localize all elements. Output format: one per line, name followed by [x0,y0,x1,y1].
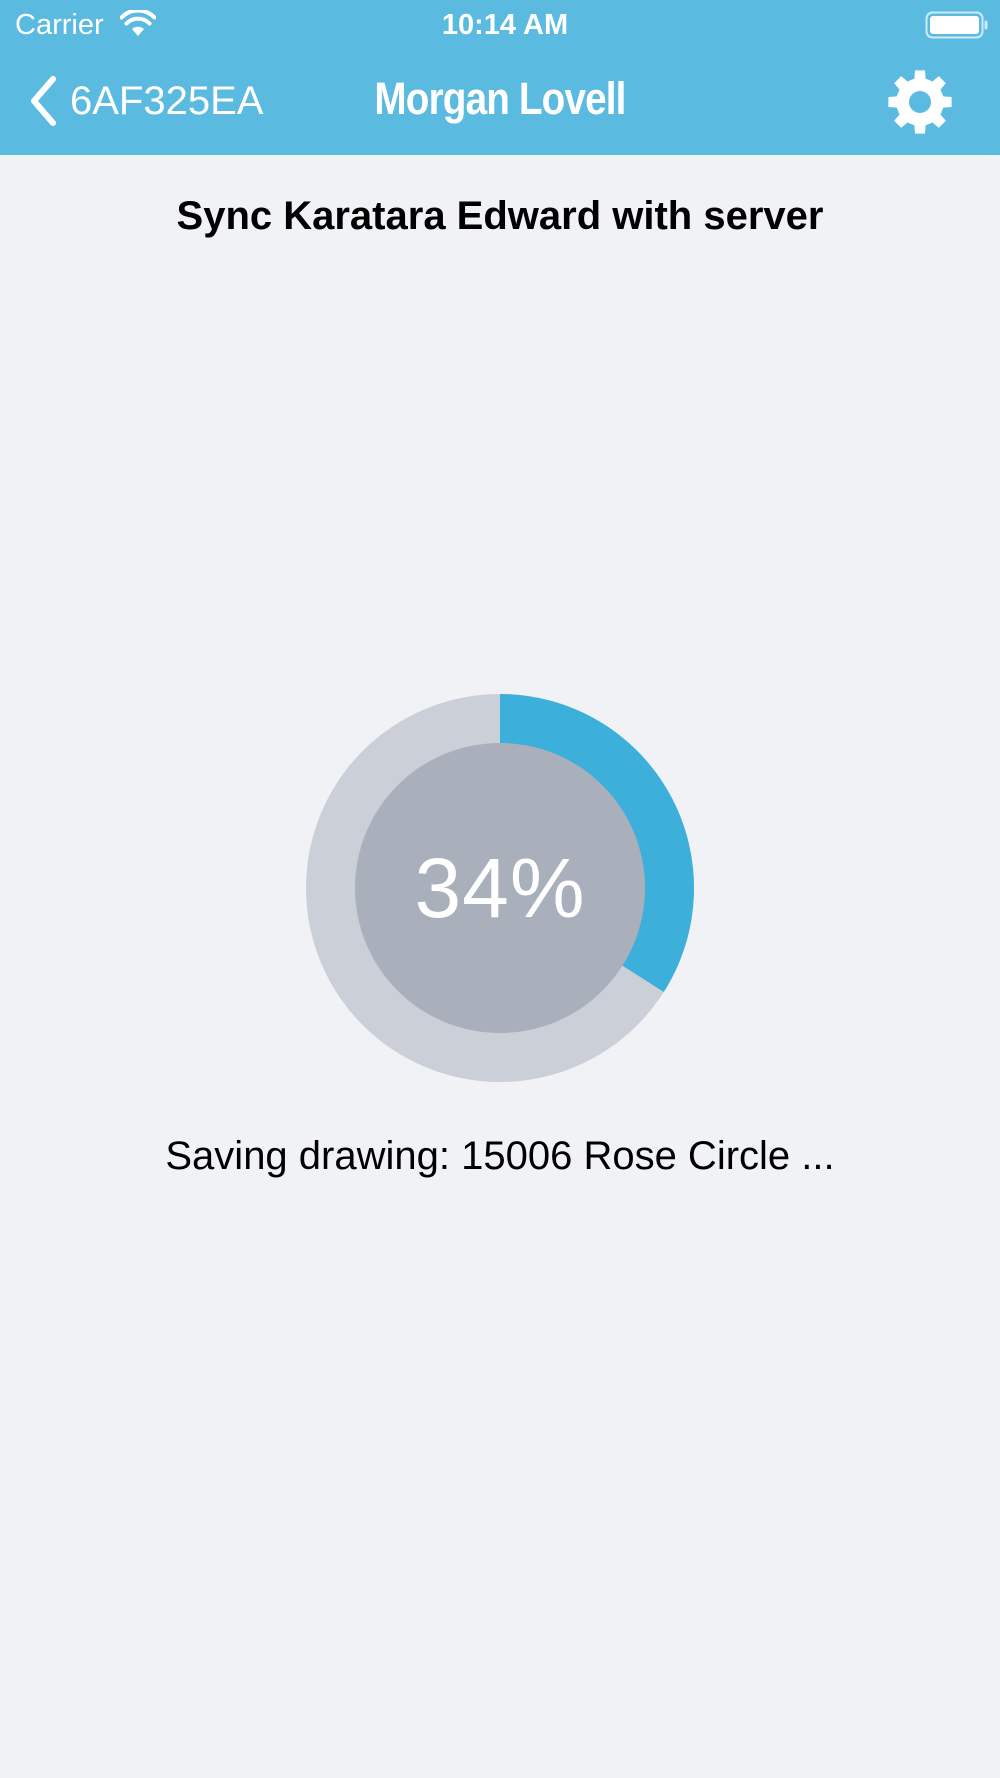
chevron-left-icon [31,76,56,126]
back-button[interactable]: 6AF325EA [28,72,263,130]
progress-percent-label: 34% [414,840,586,935]
back-label: 6AF325EA [70,79,264,123]
battery-full-icon [925,11,988,39]
page-title: Sync Karatara Edward with server [176,194,824,238]
gear-icon [888,70,952,134]
status-time: 10:14 AM [441,9,569,41]
settings-button[interactable] [884,66,956,138]
header-bar: Carrier 10:14 AM 6AF325EA Morgan Lovell [0,0,1000,155]
gear-shape [888,70,952,134]
sync-status-message: Saving drawing: 15006 Rose Circle ... [165,1134,835,1178]
